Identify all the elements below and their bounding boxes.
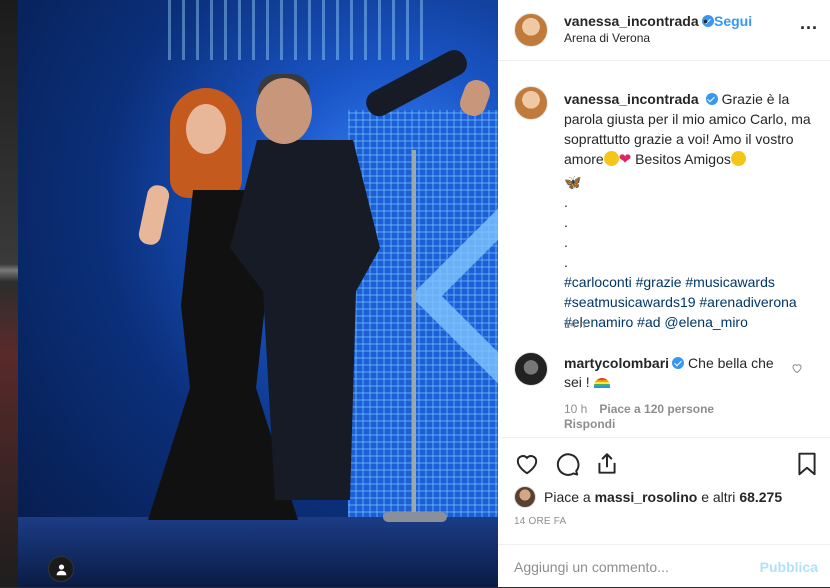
likes-middle: e altri <box>701 489 736 505</box>
user-tag-icon[interactable] <box>48 556 74 582</box>
mic-stand <box>412 150 416 520</box>
stage-lights <box>168 0 428 60</box>
caption-dot: . <box>564 254 568 270</box>
caption-dot: . <box>564 214 568 230</box>
comments-area: vanessa_incontrada Grazie è la parola giu… <box>498 60 830 437</box>
likes-count[interactable]: 68.275 <box>739 489 782 505</box>
publish-button[interactable]: Pubblica <box>760 559 818 575</box>
liker-avatar[interactable] <box>514 486 536 508</box>
add-comment-bar: Aggiungi un commento... Pubblica <box>498 544 830 588</box>
comment-text: martycolombari Che bella che sei ! <box>564 354 779 392</box>
comment-input[interactable]: Aggiungi un commento... <box>514 559 669 575</box>
caption-avatar[interactable] <box>514 86 548 120</box>
post-side-panel: vanessa_incontrada • Segui Arena di Vero… <box>498 0 830 587</box>
post-actions: Piace a massi_rosolino e altri 68.275 14… <box>498 437 830 545</box>
woman-arm <box>137 183 171 247</box>
commenter-avatar[interactable] <box>514 352 548 386</box>
follow-button[interactable]: Segui <box>714 13 752 29</box>
liker-username[interactable]: massi_rosolino <box>595 489 698 505</box>
author-username[interactable]: vanessa_incontrada <box>564 13 714 29</box>
reply-button[interactable]: Rispondi <box>564 417 615 431</box>
verified-icon <box>672 357 685 369</box>
verified-icon <box>705 93 718 105</box>
likes-prefix: Piace a <box>544 489 591 505</box>
header-separator: • <box>703 13 708 29</box>
comment-time[interactable]: 10 h <box>564 402 587 416</box>
post-header: vanessa_incontrada • Segui Arena di Vero… <box>498 0 830 61</box>
caption-text: vanessa_incontrada Grazie è la parola giu… <box>564 89 814 332</box>
heart-emoji-icon: ❤ <box>618 151 632 168</box>
author-avatar[interactable] <box>514 13 548 47</box>
caption-time[interactable]: 14 h <box>564 319 585 331</box>
mic-stand-base <box>383 512 447 522</box>
comment-meta: 10 h Piace a 120 persone <box>564 402 726 416</box>
likes-summary: Piace a massi_rosolino e altri 68.275 <box>514 486 782 508</box>
caption-dot: . <box>564 234 568 250</box>
stage-floor <box>18 517 498 587</box>
rainbow-emoji-icon <box>593 378 610 388</box>
caption-hashtags[interactable]: #carloconti #grazie #musicawards #seatmu… <box>564 274 797 330</box>
share-icon[interactable] <box>594 451 620 477</box>
comment-likes[interactable]: Piace a 120 persone <box>599 402 714 416</box>
caption-username[interactable]: vanessa_incontrada <box>564 91 699 107</box>
bookmark-icon[interactable] <box>794 451 820 477</box>
heart-icon[interactable] <box>514 451 540 477</box>
author-username-text[interactable]: vanessa_incontrada <box>564 13 699 29</box>
woman-face <box>186 104 226 154</box>
post-location[interactable]: Arena di Verona <box>564 31 650 45</box>
grin-emoji-icon <box>730 151 746 166</box>
background-page-strip <box>0 0 18 587</box>
smile-emoji-icon <box>603 151 619 166</box>
caption-dot: . <box>564 194 568 210</box>
commenter-username[interactable]: martycolombari <box>564 355 669 371</box>
post-timestamp[interactable]: 14 ORE FA <box>514 516 566 527</box>
butterfly-emoji-icon: 🦋 <box>564 174 582 190</box>
caption-body-2: Besitos Amigos <box>631 151 731 167</box>
comment-icon[interactable] <box>554 451 580 477</box>
more-icon[interactable]: ... <box>800 14 818 32</box>
comment-like-heart-icon[interactable] <box>791 362 803 374</box>
post-photo[interactable] <box>18 0 498 587</box>
man-head <box>256 78 312 144</box>
